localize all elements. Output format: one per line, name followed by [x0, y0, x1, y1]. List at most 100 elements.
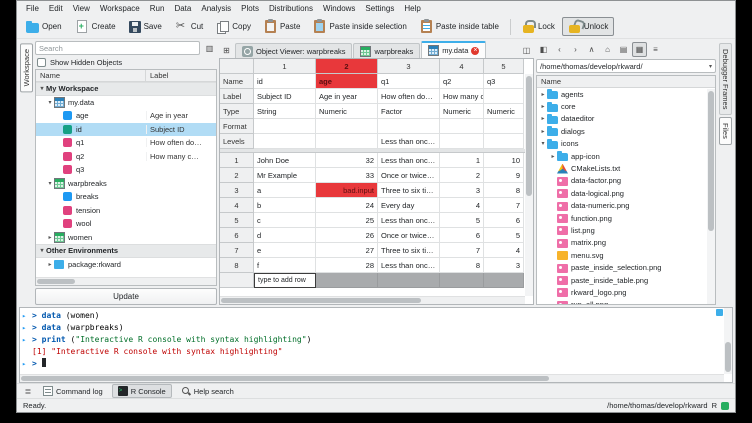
row-header[interactable]: 1 — [220, 153, 254, 168]
menu-item[interactable]: File — [21, 3, 44, 14]
menu-item[interactable]: Plots — [236, 3, 264, 14]
expander-icon[interactable]: ▸ — [539, 103, 547, 110]
grid-cell[interactable]: id — [254, 74, 316, 89]
grid-cell[interactable]: type to add row — [254, 273, 316, 288]
grid-cell[interactable] — [484, 119, 524, 134]
grid-cell[interactable]: 8 — [440, 258, 484, 273]
grid-cell[interactable]: d — [254, 228, 316, 243]
grid-cell[interactable]: 7 — [440, 243, 484, 258]
grid-cell[interactable]: f — [254, 258, 316, 273]
grid-cell[interactable]: How often do… — [378, 89, 440, 104]
file-tree-row[interactable]: rkward_logo.png — [537, 286, 715, 298]
menu-item[interactable]: Analysis — [196, 3, 236, 14]
document-tab[interactable]: Object Viewer: warpbreaks — [235, 43, 352, 58]
workspace-tree-row[interactable]: ▾ Other Environments — [36, 244, 216, 258]
document-tab[interactable]: my.data × — [421, 41, 486, 58]
options-icon[interactable]: ≡ — [648, 42, 663, 57]
workspace-tree-row[interactable]: tension — [36, 204, 216, 218]
menu-item[interactable]: Distributions — [264, 3, 318, 14]
grid-cell[interactable]: 10 — [484, 153, 524, 168]
expander-icon[interactable]: ▾ — [46, 180, 54, 187]
column-header-name[interactable]: Name — [537, 76, 715, 88]
grid-cell[interactable] — [440, 119, 484, 134]
grid-cell[interactable] — [316, 119, 378, 134]
r-console[interactable]: ▸ > data (women) ▸ > data (warpbreaks) ▸ — [19, 307, 733, 383]
grid-cell[interactable]: Once or twice… — [378, 168, 440, 183]
detach-window-icon[interactable]: ◫ — [519, 43, 534, 58]
grid-cell[interactable]: Less than onc… — [378, 134, 440, 149]
grid-cell[interactable]: 33 — [316, 168, 378, 183]
grid-cell[interactable]: bad.input — [316, 183, 378, 198]
expander-icon[interactable]: ▾ — [38, 247, 46, 254]
menu-item[interactable]: Settings — [360, 3, 399, 14]
menu-item[interactable]: Edit — [44, 3, 68, 14]
grid-cell[interactable] — [254, 119, 316, 134]
grid-cell[interactable] — [378, 119, 440, 134]
workspace-tree-row[interactable]: q3 — [36, 163, 216, 177]
file-tree-row[interactable]: data-logical.png — [537, 187, 715, 199]
row-header[interactable]: 8 — [220, 258, 254, 273]
column-header-label[interactable]: Label — [146, 70, 216, 81]
document-tab[interactable]: warpbreaks — [353, 43, 420, 58]
grid-cell[interactable]: Subject ID — [254, 89, 316, 104]
grid-cell[interactable]: 7 — [484, 198, 524, 213]
workspace-tree-row[interactable]: ▾ my.data — [36, 96, 216, 110]
expander-icon[interactable]: ▸ — [46, 234, 54, 241]
workspace-search-input[interactable] — [35, 41, 200, 55]
row-header[interactable]: 4 — [220, 198, 254, 213]
workspace-tree-row[interactable]: ▸ package:rkward — [36, 258, 216, 272]
grid-cell[interactable]: Less than onc… — [378, 258, 440, 273]
expander-icon[interactable]: ▸ — [539, 91, 547, 98]
grid-cell[interactable]: 6 — [440, 228, 484, 243]
meta-row-header[interactable]: Label — [220, 89, 254, 104]
console-vertical-scrollbar[interactable] — [724, 308, 732, 374]
grid-cell[interactable]: Numeric — [316, 104, 378, 119]
grid-cell[interactable]: 9 — [484, 168, 524, 183]
grid-cell[interactable]: 3 — [484, 258, 524, 273]
horizontal-scrollbar[interactable] — [36, 277, 216, 285]
column-header[interactable]: 5 — [484, 59, 524, 74]
places-panel-icon[interactable]: ◧ — [536, 42, 551, 57]
toolbar-button[interactable]: Unlock — [562, 17, 614, 36]
vertical-scrollbar[interactable] — [525, 74, 533, 296]
grid-corner[interactable] — [220, 59, 254, 74]
grid-cell[interactable]: String — [254, 104, 316, 119]
grid-cell[interactable]: 24 — [316, 198, 378, 213]
workspace-tree-row[interactable]: q1 How often do… — [36, 136, 216, 150]
file-tree-row[interactable]: ▸ core — [537, 100, 715, 112]
vertical-scrollbar[interactable] — [707, 89, 715, 304]
menu-item[interactable]: View — [68, 3, 95, 14]
file-tree-row[interactable]: paste_inside_selection.png — [537, 261, 715, 273]
column-header[interactable]: 3 — [378, 59, 440, 74]
row-header[interactable]: 7 — [220, 243, 254, 258]
expander-icon[interactable]: ▾ — [38, 85, 46, 92]
file-tree-row[interactable]: ▸ dialogs — [537, 125, 715, 137]
grid-cell[interactable]: Less than onc… — [378, 153, 440, 168]
toolbar-button[interactable]: Open — [20, 17, 68, 36]
grid-cell[interactable]: 8 — [484, 183, 524, 198]
grid-cell[interactable] — [316, 134, 378, 149]
r-engine-status-icon[interactable] — [721, 402, 729, 410]
menu-item[interactable]: Help — [399, 3, 425, 14]
column-header-name[interactable]: Name — [36, 70, 146, 81]
grid-cell[interactable] — [484, 89, 524, 104]
toolbar-button[interactable]: Create — [69, 17, 122, 36]
grid-cell[interactable]: 26 — [316, 228, 378, 243]
grid-cell[interactable]: e — [254, 243, 316, 258]
grid-cell[interactable]: a — [254, 183, 316, 198]
grid-cell[interactable] — [378, 273, 440, 288]
file-tree-row[interactable]: data-numeric.png — [537, 200, 715, 212]
grid-cell[interactable]: 32 — [316, 153, 378, 168]
up-icon[interactable]: ∧ — [584, 42, 599, 57]
grid-cell[interactable]: b — [254, 198, 316, 213]
menu-item[interactable]: Workspace — [95, 3, 145, 14]
column-header[interactable]: 2 — [316, 59, 378, 74]
grid-cell[interactable] — [484, 273, 524, 288]
grid-cell[interactable]: 27 — [316, 243, 378, 258]
tree-view-icon[interactable]: ▦ — [632, 42, 647, 57]
workspace-tool-tab[interactable]: Workspace — [20, 43, 33, 92]
grid-cell[interactable]: 1 — [440, 153, 484, 168]
meta-row-header[interactable]: Type — [220, 104, 254, 119]
tool-view-tab[interactable]: R Console — [112, 384, 172, 398]
tool-view-tab[interactable]: Help search — [175, 384, 240, 398]
